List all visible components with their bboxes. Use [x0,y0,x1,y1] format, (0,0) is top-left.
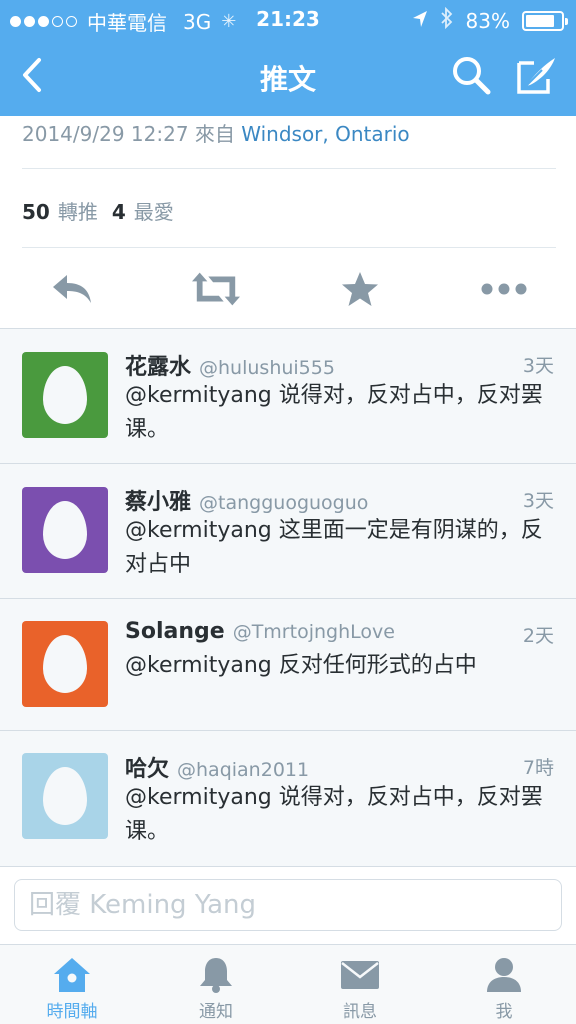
favorite-count-link[interactable]: 4 最愛 [112,196,174,225]
egg-icon [43,366,87,424]
tab-label: 通知 [199,1002,233,1022]
reply-author-handle: @haqian2011 [177,759,310,781]
signal-dot [66,16,77,27]
search-icon [453,57,491,95]
reply-text: @kermityang 反对任何形式的占中 [125,653,477,678]
star-icon [342,272,378,306]
retweet-count: 50 [22,200,50,224]
reply-author-handle: @hulushui555 [199,357,335,379]
avatar[interactable] [22,352,108,438]
more-button[interactable] [480,268,528,310]
search-button[interactable] [448,52,494,98]
reply-list: 花露水 @hulushui555 3天 @kermityang 说得对，反对占中，… [0,328,576,866]
tab-label: 我 [495,1002,513,1022]
reply-time: 3天 [522,490,554,512]
reply-button[interactable] [48,268,96,310]
list-item[interactable]: 哈欠 @haqian2011 7時 @kermityang 说得对，反对占中，反对… [0,731,576,867]
reply-time: 2天 [522,625,554,647]
tab-label: 訊息 [343,1002,377,1022]
bluetooth-icon [440,6,454,34]
egg-icon [43,501,87,559]
reply-time: 7時 [522,757,554,779]
tweet-actions [0,250,576,328]
reply-author-handle: @TmrtojnghLove [232,621,395,643]
retweet-icon [192,272,240,306]
location-arrow-icon [412,9,428,33]
tweet-location-link[interactable]: Windsor, Ontario [241,122,409,146]
nav-bar: 推文 [0,38,576,116]
avatar[interactable] [22,487,108,573]
favorite-count: 4 [111,200,126,224]
avatar[interactable] [22,753,108,839]
battery-percent: 83% [465,8,510,33]
favorite-button[interactable] [336,268,384,310]
tweet-stats: 50 轉推 4 最愛 [22,196,188,225]
list-item[interactable]: 花露水 @hulushui555 3天 @kermityang 说得对，反对占中，… [0,329,576,464]
signal-dot [52,16,63,27]
status-left: 中華電信 3G ✳ [10,7,236,36]
list-item[interactable]: 蔡小雅 @tangguoguoguo 3天 @kermityang 这里面一定是有… [0,464,576,599]
signal-dot [24,16,35,27]
home-icon [54,958,90,992]
reply-icon [53,275,91,303]
divider [22,168,556,169]
battery-icon [522,10,568,31]
retweet-count-link[interactable]: 50 轉推 [22,196,98,225]
bell-icon [200,958,232,993]
reply-time: 3天 [522,355,554,377]
more-icon [481,283,527,295]
battery-fill [526,14,555,27]
status-right: 83% [412,6,568,34]
signal-dot [10,16,21,27]
tweet-timestamp: 2014/9/29 12:27 來自 [22,122,235,146]
tweet-meta: 2014/9/29 12:27 來自 Windsor, Ontario [22,118,410,147]
egg-icon [43,635,87,693]
reply-header: 蔡小雅 @tangguoguoguo 3天 [125,484,554,515]
reply-header: Solange @TmrtojnghLove 2天 [125,619,554,649]
tab-bar: 時間軸 通知 訊息 我 [0,944,576,1024]
tab-timeline[interactable]: 時間軸 [0,945,144,1024]
carrier-name: 中華電信 [87,11,167,35]
tab-notifications[interactable]: 通知 [144,945,288,1024]
reply-header: 花露水 @hulushui555 3天 [125,349,554,380]
signal-strength-icon [10,16,77,27]
reply-header: 哈欠 @haqian2011 7時 [125,751,554,782]
compose-icon [517,58,555,94]
reply-author-handle: @tangguoguoguo [199,492,369,514]
tab-me[interactable]: 我 [432,945,576,1024]
tab-label: 時間軸 [46,1002,98,1022]
reply-author-name[interactable]: 哈欠 [125,757,169,782]
reply-bar [0,866,576,944]
back-button[interactable] [12,52,52,98]
reply-input[interactable] [14,879,562,931]
retweet-button[interactable] [192,268,240,310]
list-item[interactable]: Solange @TmrtojnghLove 2天 @kermityang 反对任… [0,599,576,731]
avatar[interactable] [22,621,108,707]
egg-icon [43,767,87,825]
reply-author-name[interactable]: 蔡小雅 [125,490,191,515]
signal-dot [38,16,49,27]
person-icon [487,958,521,992]
tab-messages[interactable]: 訊息 [288,945,432,1024]
network-type: 3G [183,9,212,34]
activity-spinner-icon: ✳ [221,11,237,32]
chevron-left-icon [23,58,41,92]
retweet-label: 轉推 [57,200,98,224]
divider [22,247,556,248]
reply-author-name[interactable]: Solange [125,619,225,644]
compose-button[interactable] [513,52,561,98]
top-bar: 中華電信 3G ✳ 21:23 83% 推文 [0,0,576,116]
reply-text: @kermityang 说得对，反对占中，反对罢课。 [125,383,543,442]
reply-text: @kermityang 说得对，反对占中，反对罢课。 [125,785,543,844]
favorite-label: 最愛 [133,200,174,224]
status-bar: 中華電信 3G ✳ 21:23 83% [0,0,576,38]
envelope-icon [341,961,379,989]
reply-text: @kermityang 这里面一定是有阴谋的，反对占中 [125,518,543,577]
reply-author-name[interactable]: 花露水 [125,355,191,380]
